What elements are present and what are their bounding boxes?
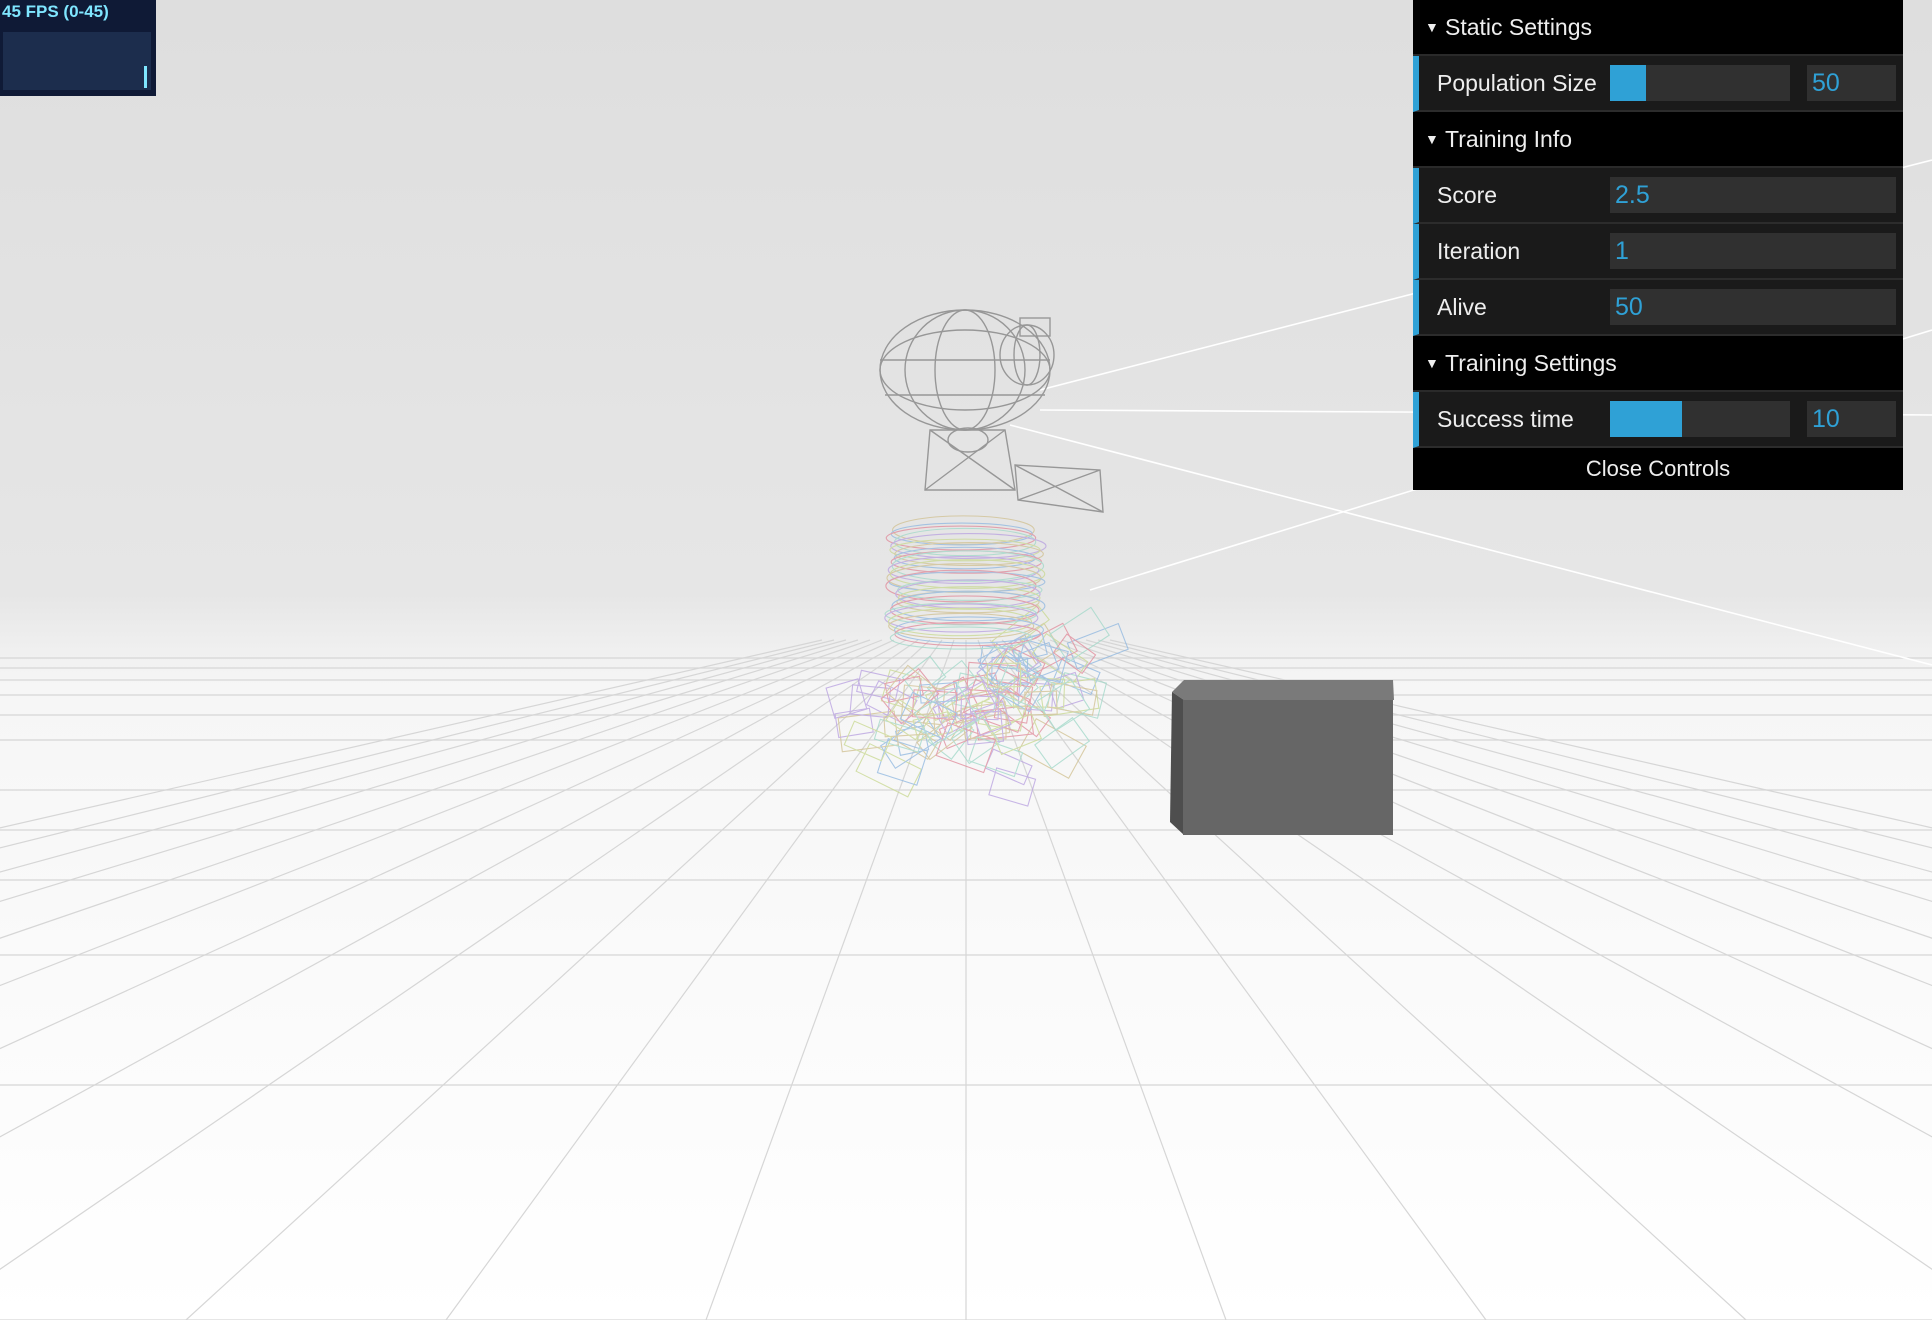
fps-bar: [144, 66, 147, 88]
control-label: Alive: [1437, 294, 1487, 320]
alive-input[interactable]: 50: [1610, 289, 1896, 325]
slider-fill: [1610, 65, 1646, 101]
folder-training-settings[interactable]: ▼ Training Settings: [1413, 336, 1903, 392]
control-label: Score: [1437, 182, 1498, 208]
control-population-size: Population Size 50: [1413, 56, 1903, 112]
slider-fill: [1610, 401, 1682, 437]
folder-static-settings[interactable]: ▼ Static Settings: [1413, 0, 1903, 56]
caret-down-icon: ▼: [1425, 355, 1439, 371]
iteration-input[interactable]: 1: [1610, 233, 1896, 269]
folder-training-info[interactable]: ▼ Training Info: [1413, 112, 1903, 168]
control-score: Score 2.5: [1413, 168, 1903, 224]
control-iteration: Iteration 1: [1413, 224, 1903, 280]
folder-title: Static Settings: [1445, 14, 1593, 40]
control-success-time: Success time 10: [1413, 392, 1903, 448]
caret-down-icon: ▼: [1425, 131, 1439, 147]
success-time-slider[interactable]: [1610, 401, 1790, 437]
target-box: [1170, 680, 1394, 835]
folder-title: Training Info: [1445, 126, 1572, 152]
fps-graph: [3, 32, 151, 90]
fps-label: 45 FPS (0-45): [2, 2, 109, 21]
control-label: Iteration: [1437, 238, 1521, 264]
score-input[interactable]: 2.5: [1610, 177, 1896, 213]
control-label: Success time: [1437, 406, 1574, 432]
success-time-input[interactable]: 10: [1807, 401, 1896, 437]
control-alive: Alive 50: [1413, 280, 1903, 336]
population-size-input[interactable]: 50: [1807, 65, 1896, 101]
folder-title: Training Settings: [1445, 350, 1617, 376]
caret-down-icon: ▼: [1425, 19, 1439, 35]
control-label: Population Size: [1437, 70, 1597, 96]
close-controls-button[interactable]: Close Controls: [1413, 448, 1903, 490]
fps-stats-panel[interactable]: 45 FPS (0-45): [0, 0, 156, 96]
controls-panel: ▼ Static Settings Population Size 50 ▼ T…: [1413, 0, 1903, 490]
population-size-slider[interactable]: [1610, 65, 1790, 101]
